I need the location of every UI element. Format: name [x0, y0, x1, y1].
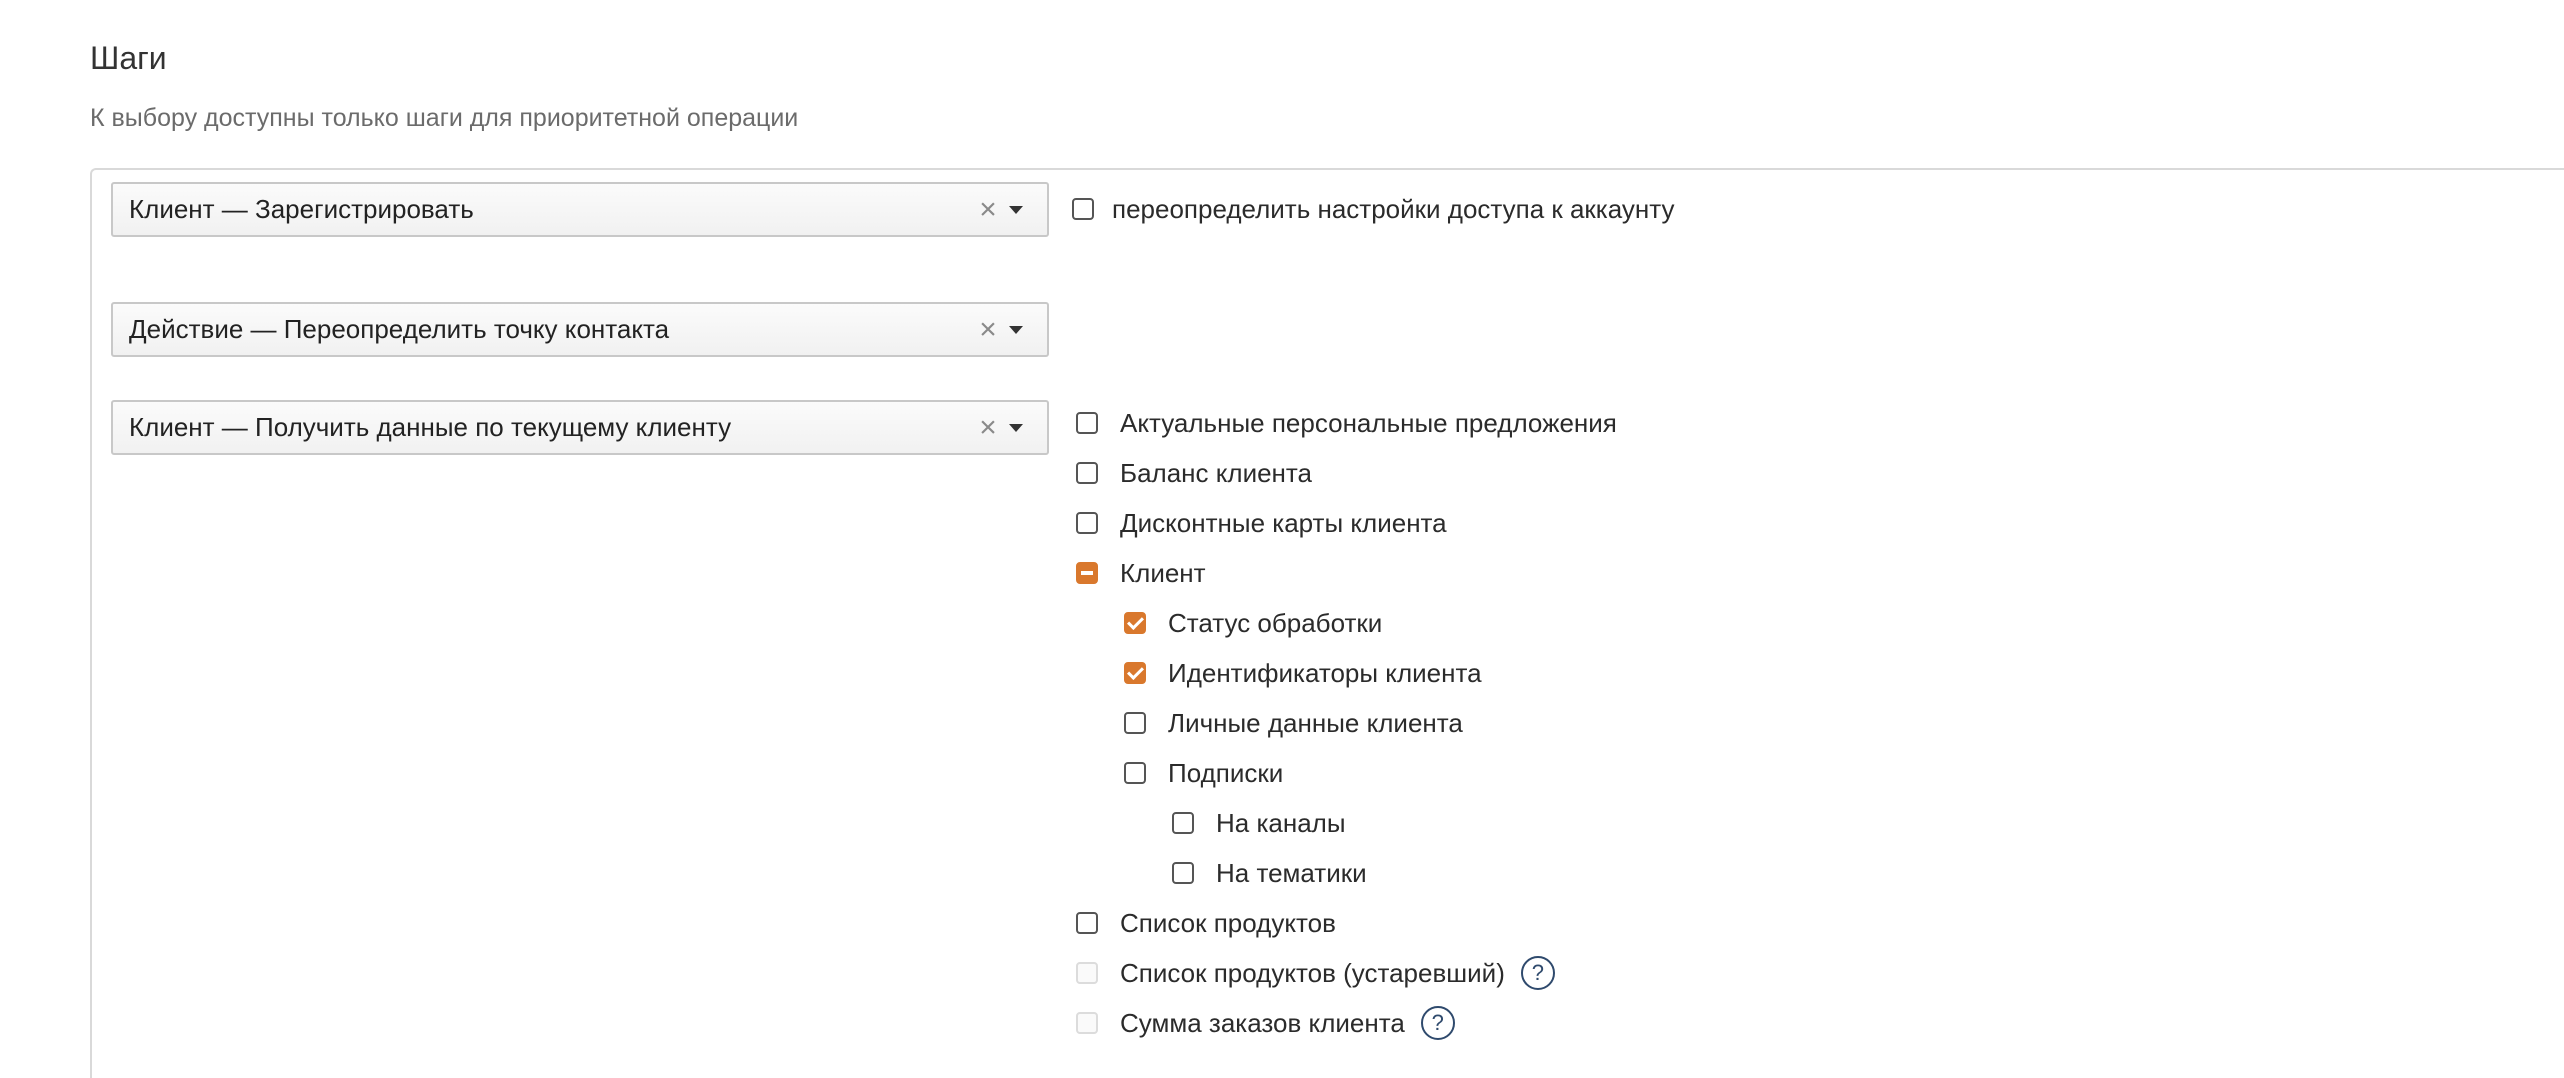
option-label: Баланс клиента [1120, 457, 1312, 488]
option-product-list-legacy: Список продуктов (устаревший) ? [1076, 953, 1555, 993]
option-subscriptions-channels[interactable]: На каналы [1172, 803, 1346, 843]
option-client[interactable]: Клиент [1076, 553, 1206, 593]
option-checkbox[interactable] [1124, 712, 1146, 734]
close-icon[interactable]: × [973, 194, 1003, 225]
option-checkbox[interactable] [1172, 862, 1194, 884]
step-select-value: Клиент — Зарегистрировать [129, 194, 474, 224]
option-label: Актуальные персональные предложения [1120, 407, 1617, 438]
option-label: Статус обработки [1168, 607, 1383, 638]
option-checkbox[interactable] [1076, 462, 1098, 484]
chevron-down-icon[interactable] [1009, 325, 1023, 334]
option-label: На каналы [1216, 807, 1346, 838]
option-label: Клиент [1120, 557, 1206, 588]
override-access-checkbox-row[interactable]: переопределить настройки доступа к аккау… [1072, 189, 1674, 229]
step-select-override-contact[interactable]: Действие — Переопределить точку контакта… [111, 302, 1049, 357]
override-access-checkbox[interactable] [1072, 198, 1094, 220]
option-checkbox[interactable] [1076, 912, 1098, 934]
option-checkbox[interactable] [1076, 512, 1098, 534]
override-access-label: переопределить настройки доступа к аккау… [1112, 193, 1675, 224]
close-icon[interactable]: × [973, 412, 1003, 443]
option-label: На тематики [1216, 857, 1367, 888]
option-checkbox[interactable] [1172, 812, 1194, 834]
section-title: Шаги [90, 40, 167, 76]
question-circle-icon[interactable]: ? [1520, 956, 1555, 990]
option-label: Сумма заказов клиента [1120, 1007, 1405, 1038]
steps-settings-page: Шаги К выбору доступны только шаги для п… [0, 0, 2564, 1078]
option-product-list[interactable]: Список продуктов [1076, 903, 1336, 943]
option-discount-cards[interactable]: Дисконтные карты клиента [1076, 503, 1447, 543]
option-client-identifiers[interactable]: Идентификаторы клиента [1124, 653, 1482, 693]
option-label: Идентификаторы клиента [1168, 657, 1482, 688]
step-select-value: Клиент — Получить данные по текущему кли… [129, 412, 732, 442]
option-checkbox[interactable] [1076, 412, 1098, 434]
option-personal-data[interactable]: Личные данные клиента [1124, 703, 1463, 743]
step-select-register[interactable]: Клиент — Зарегистрировать × [111, 182, 1049, 237]
option-orders-total: Сумма заказов клиента ? [1076, 1003, 1455, 1043]
option-label: Список продуктов (устаревший) [1120, 957, 1505, 988]
chevron-down-icon[interactable] [1009, 423, 1023, 432]
option-label: Личные данные клиента [1168, 707, 1463, 738]
option-personal-offers[interactable]: Актуальные персональные предложения [1076, 403, 1617, 443]
option-label: Дисконтные карты клиента [1120, 507, 1447, 538]
option-label: Подписки [1168, 757, 1284, 788]
option-checkbox-checked[interactable] [1124, 662, 1146, 684]
option-label: Список продуктов [1120, 907, 1336, 938]
option-checkbox-disabled [1076, 1012, 1098, 1034]
option-checkbox-checked[interactable] [1124, 612, 1146, 634]
question-circle-icon[interactable]: ? [1420, 1006, 1455, 1040]
option-subscriptions-topics[interactable]: На тематики [1172, 853, 1367, 893]
option-client-balance[interactable]: Баланс клиента [1076, 453, 1312, 493]
option-checkbox-partial[interactable] [1076, 562, 1098, 584]
step-select-get-client-data[interactable]: Клиент — Получить данные по текущему кли… [111, 400, 1049, 455]
option-checkbox[interactable] [1124, 762, 1146, 784]
chevron-down-icon[interactable] [1009, 205, 1023, 214]
close-icon[interactable]: × [973, 314, 1003, 345]
section-subtitle: К выбору доступны только шаги для приори… [90, 104, 799, 132]
option-processing-status[interactable]: Статус обработки [1124, 603, 1382, 643]
option-subscriptions[interactable]: Подписки [1124, 753, 1283, 793]
option-checkbox-disabled [1076, 962, 1098, 984]
step-select-value: Действие — Переопределить точку контакта [129, 314, 670, 344]
